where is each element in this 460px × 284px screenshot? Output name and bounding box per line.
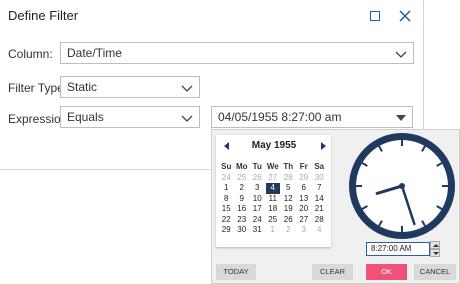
expression-operator-value: Equals bbox=[67, 110, 104, 124]
calendar-day[interactable]: 14 bbox=[312, 194, 327, 205]
calendar-day[interactable]: 17 bbox=[250, 204, 265, 215]
calendar-day-other-month[interactable]: 27 bbox=[266, 173, 281, 184]
calendar-day-other-month[interactable]: 30 bbox=[312, 173, 327, 184]
calendar-day[interactable]: 11 bbox=[266, 194, 281, 205]
weekday-header: Su bbox=[221, 162, 232, 171]
calendar-day-other-month[interactable]: 2 bbox=[281, 225, 296, 236]
spin-down-icon[interactable] bbox=[430, 249, 440, 257]
calendar-day[interactable]: 19 bbox=[281, 204, 296, 215]
spin-up-icon[interactable] bbox=[430, 241, 440, 249]
chevron-down-icon bbox=[181, 85, 193, 92]
column-value: Date/Time bbox=[67, 46, 122, 60]
calendar-day[interactable]: 18 bbox=[266, 204, 281, 215]
datetime-picker-popup: May 1955 Su Mo Tu We Th Fr Sa 24 25 26 27 28 29 30 1 2 3… bbox=[211, 129, 460, 284]
calendar-day[interactable]: 12 bbox=[281, 194, 296, 205]
calendar-day[interactable]: 15 bbox=[219, 204, 234, 215]
calendar-day[interactable]: 20 bbox=[297, 204, 312, 215]
dialog-title: Define Filter bbox=[8, 8, 79, 23]
weekday-header: Tu bbox=[252, 162, 262, 171]
calendar-day-other-month[interactable]: 3 bbox=[297, 225, 312, 236]
expression-operator-select[interactable]: Equals bbox=[60, 106, 200, 128]
chevron-down-icon bbox=[181, 115, 193, 122]
calendar-day[interactable]: 27 bbox=[297, 215, 312, 226]
calendar-day-other-month[interactable]: 1 bbox=[266, 225, 281, 236]
calendar-day[interactable]: 8 bbox=[219, 194, 234, 205]
datetime-input[interactable]: 04/05/1955 8:27:00 am bbox=[211, 106, 413, 128]
weekday-header: Sa bbox=[314, 162, 325, 171]
calendar-day[interactable]: 1 bbox=[219, 183, 234, 194]
calendar-day[interactable]: 5 bbox=[281, 183, 296, 194]
datetime-value: 04/05/1955 8:27:00 am bbox=[218, 110, 342, 124]
calendar-grid: Su Mo Tu We Th Fr Sa 24 25 26 27 28 29 30 1 2 3 4 5 6 7 8 9 10 1… bbox=[219, 162, 329, 236]
calendar-day[interactable]: 10 bbox=[250, 194, 265, 205]
calendar-day[interactable]: 13 bbox=[297, 194, 312, 205]
calendar-month-title: May 1955 bbox=[251, 140, 297, 151]
calendar-day-other-month[interactable]: 28 bbox=[281, 173, 296, 184]
calendar-day-other-month[interactable]: 25 bbox=[235, 173, 250, 184]
time-spinner[interactable] bbox=[430, 241, 440, 257]
column-select[interactable]: Date/Time bbox=[60, 42, 414, 64]
calendar-day[interactable]: 29 bbox=[219, 225, 234, 236]
calendar-day-other-month[interactable]: 24 bbox=[219, 173, 234, 184]
calendar-day[interactable]: 2 bbox=[235, 183, 250, 194]
weekday-header: Fr bbox=[299, 162, 308, 171]
calendar-day[interactable]: 3 bbox=[250, 183, 265, 194]
weekday-header: Th bbox=[283, 162, 294, 171]
calendar-day[interactable]: 21 bbox=[312, 204, 327, 215]
calendar-day[interactable]: 26 bbox=[281, 215, 296, 226]
clock-center bbox=[399, 183, 405, 189]
maximize-icon[interactable] bbox=[368, 9, 382, 23]
calendar-day[interactable]: 16 bbox=[235, 204, 250, 215]
next-month-icon[interactable] bbox=[320, 141, 328, 151]
close-icon[interactable] bbox=[398, 9, 412, 23]
calendar-day[interactable]: 23 bbox=[235, 215, 250, 226]
calendar-day[interactable]: 22 bbox=[219, 215, 234, 226]
calendar-day[interactable]: 9 bbox=[235, 194, 250, 205]
calendar-day[interactable]: 28 bbox=[312, 215, 327, 226]
calendar-day[interactable]: 25 bbox=[266, 215, 281, 226]
calendar-day[interactable]: 30 bbox=[235, 225, 250, 236]
calendar-day[interactable]: 4 bbox=[265, 183, 280, 194]
today-button[interactable]: TODAY bbox=[216, 264, 256, 280]
prev-month-icon[interactable] bbox=[223, 141, 231, 151]
filter-type-label: Filter Type: bbox=[8, 81, 68, 95]
calendar-day-other-month[interactable]: 26 bbox=[250, 173, 265, 184]
calendar: May 1955 Su Mo Tu We Th Fr Sa 24 25 26 27 28 29 30 1 2 3… bbox=[216, 135, 331, 247]
filter-type-value: Static bbox=[67, 80, 98, 94]
calendar-day-other-month[interactable]: 4 bbox=[312, 225, 327, 236]
cancel-button[interactable]: CANCEL bbox=[414, 264, 456, 280]
analog-clock[interactable] bbox=[344, 130, 460, 242]
filter-type-select[interactable]: Static bbox=[60, 76, 200, 98]
ok-button[interactable]: OK bbox=[366, 264, 407, 280]
weekday-header: Mo bbox=[235, 162, 248, 171]
calendar-day-other-month[interactable]: 29 bbox=[297, 173, 312, 184]
time-input[interactable]: 8:27:00 AM bbox=[366, 242, 430, 256]
calendar-day[interactable]: 7 bbox=[312, 183, 327, 194]
dropdown-caret-icon[interactable] bbox=[396, 115, 406, 121]
chevron-down-icon bbox=[395, 51, 407, 58]
calendar-day[interactable]: 24 bbox=[250, 215, 265, 226]
clear-button[interactable]: CLEAR bbox=[312, 264, 353, 280]
calendar-day[interactable]: 6 bbox=[297, 183, 312, 194]
column-label: Column: bbox=[8, 47, 53, 61]
calendar-day[interactable]: 31 bbox=[250, 225, 265, 236]
weekday-header: We bbox=[266, 162, 279, 171]
